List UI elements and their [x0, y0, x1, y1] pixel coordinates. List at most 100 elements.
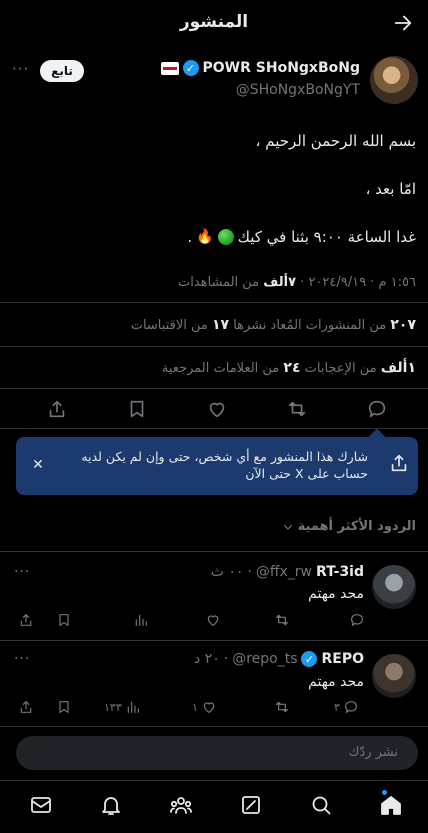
page-title: المنشور: [179, 12, 249, 32]
more-options-icon[interactable]: ···: [14, 651, 30, 667]
top-bar: المنشور: [0, 0, 428, 46]
post-text-line: بسم الله الرحمن الرحيم ،: [255, 132, 416, 150]
divider: [0, 726, 428, 727]
green-circle-emoji-icon: [217, 229, 234, 245]
affiliate-badge-icon: [160, 61, 179, 75]
views-count: ١٣٣: [104, 700, 122, 714]
like-stats: ١ألف من الإعجابات ٢٤ من العلامات المرجعي…: [162, 360, 416, 376]
reply-share-button[interactable]: [18, 611, 34, 629]
reply-bookmark-button[interactable]: [56, 611, 72, 629]
reply-icon: [351, 614, 363, 626]
bell-icon[interactable]: [99, 793, 123, 817]
divider: [0, 640, 428, 641]
reply-views-button[interactable]: ١٣٣: [104, 698, 141, 716]
replies-sort-label: الردود الأكثر أهمية: [297, 519, 416, 534]
post-text-tail: .: [187, 228, 193, 246]
divider: [0, 428, 428, 429]
bookmark-icon[interactable]: [126, 398, 148, 420]
reply-reply-button[interactable]: ٣: [334, 698, 359, 716]
reply-bookmark-button[interactable]: [56, 698, 72, 716]
bookmarks-count[interactable]: ٢٤: [283, 360, 300, 376]
replies-sort-dropdown[interactable]: الردود الأكثر أهمية: [282, 519, 416, 534]
reply-avatar[interactable]: [372, 654, 416, 698]
like-icon[interactable]: [206, 398, 228, 420]
author-avatar[interactable]: [370, 56, 418, 104]
arrow-right-icon[interactable]: [392, 12, 414, 34]
author-name-row[interactable]: POWR SHoNgxBoNg ✓: [160, 60, 360, 76]
share-tooltip-text: شارك هذا المنشور مع أي شخص، حتى وإن لم ي…: [81, 449, 368, 481]
reply-share-button[interactable]: [18, 698, 34, 716]
author-handle: @SHoNgxBoNgYT: [235, 82, 360, 98]
author-name: POWR SHoNgxBoNg: [202, 60, 360, 76]
bookmark-icon: [59, 701, 69, 713]
verified-badge-icon: ✓: [301, 651, 318, 667]
reply-header: REPO ✓ @repo_ts · ٢٠ د: [194, 651, 364, 667]
divider: [0, 302, 428, 303]
reply-separator: ·: [223, 651, 229, 667]
reply-text: محد مهتم: [308, 586, 364, 602]
likes-count[interactable]: ١ألف: [381, 360, 416, 376]
quotes-count[interactable]: ١٧: [212, 317, 229, 333]
like-icon: [203, 702, 215, 713]
quotes-label[interactable]: من الاقتباسات: [131, 318, 212, 333]
post-text-line: امّا بعد ،: [365, 180, 416, 198]
mail-icon[interactable]: [29, 793, 53, 817]
reply-icon[interactable]: [366, 398, 388, 420]
more-options-icon[interactable]: ···: [14, 564, 30, 580]
reply-icon: [344, 701, 357, 713]
reply-like-button[interactable]: ١: [192, 698, 217, 716]
divider: [0, 388, 428, 389]
reply-repost-button[interactable]: [274, 611, 290, 629]
repost-icon[interactable]: [286, 398, 308, 420]
close-icon[interactable]: ✕: [30, 457, 46, 473]
reply-action-bar: [0, 611, 428, 629]
bookmarks-label[interactable]: من العلامات المرجعية: [162, 361, 283, 376]
reposts-count[interactable]: ٢٠٧: [390, 317, 416, 333]
home-icon[interactable]: [379, 793, 403, 817]
reply-author-name[interactable]: RT-3id: [316, 564, 364, 580]
reply-action-bar: ٣ ١ ١٣٣: [0, 698, 428, 716]
likes-label[interactable]: من الإعجابات: [301, 361, 381, 376]
share-icon: [391, 454, 407, 472]
like-icon: [207, 615, 219, 626]
views-label: من المشاهدات: [177, 275, 264, 290]
verified-badge-icon: ✓: [182, 60, 199, 76]
post-timestamp[interactable]: ١:٥٦ م · ٢٠٢٤/٩/١٩ ·: [296, 275, 416, 290]
notification-dot: [382, 790, 387, 795]
post-text-line: غدا الساعة ٩:٠٠ بثنا في كيك 🔥 .: [187, 228, 416, 246]
reposts-label[interactable]: من المنشورات المُعاد نشرها: [229, 318, 390, 333]
post-action-bar: [0, 398, 428, 422]
reply-count: ٣: [334, 700, 340, 714]
reply-time: ٠٠ ث: [210, 564, 244, 580]
post-meta: ١:٥٦ م · ٢٠٢٤/٩/١٩ · ٧ألف من المشاهدات: [178, 275, 416, 290]
views-count: ٧ألف: [263, 275, 297, 290]
follow-button[interactable]: تابع: [40, 60, 84, 82]
grok-icon[interactable]: [239, 793, 263, 817]
communities-icon[interactable]: [169, 793, 193, 817]
reply-views-button[interactable]: [130, 611, 149, 629]
reply-author-handle: @ffx_rw: [255, 564, 312, 580]
repost-icon: [276, 701, 288, 713]
reply-separator: ·: [247, 564, 252, 580]
reply-input-placeholder: نشر ردّك: [348, 745, 398, 760]
views-chart-icon: [127, 701, 139, 713]
bottom-nav: [0, 780, 428, 833]
share-icon: [20, 701, 32, 713]
search-icon[interactable]: [309, 793, 333, 817]
reply-avatar[interactable]: [372, 565, 416, 609]
reply-like-button[interactable]: [202, 611, 221, 629]
reply-repost-button[interactable]: [274, 698, 290, 716]
share-icon[interactable]: [46, 398, 68, 420]
like-count: ١: [192, 700, 198, 714]
reply-author-name[interactable]: REPO: [321, 651, 364, 667]
reply-reply-button[interactable]: [346, 611, 365, 629]
repost-stats: ٢٠٧ من المنشورات المُعاد نشرها ١٧ من الا…: [131, 317, 416, 333]
views-chart-icon: [135, 614, 147, 626]
divider: [0, 551, 428, 552]
more-options-icon[interactable]: ···: [12, 60, 36, 78]
bookmark-icon: [59, 614, 69, 626]
reply-author-handle: @repo_ts: [232, 651, 298, 667]
reply-header: RT-3id @ffx_rw · ٠٠ ث: [211, 564, 364, 580]
share-icon: [20, 614, 32, 626]
repost-icon: [276, 614, 288, 626]
